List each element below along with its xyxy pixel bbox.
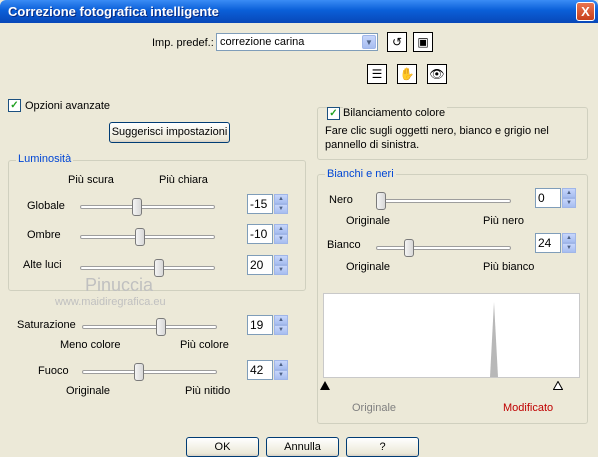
saturation-min-label: Meno colore — [60, 339, 121, 351]
close-button[interactable]: X — [576, 2, 595, 21]
global-label: Globale — [27, 200, 65, 212]
watermark-url: www.maidiregrafica.eu — [55, 296, 166, 308]
preset-select[interactable]: correzione carina ▼ — [216, 33, 378, 51]
down-arrow-icon[interactable]: ▼ — [274, 204, 288, 214]
saturation-slider-thumb[interactable] — [156, 318, 166, 336]
down-arrow-icon[interactable]: ▼ — [274, 234, 288, 244]
white-max-label: Più bianco — [483, 261, 535, 273]
focus-slider-thumb[interactable] — [134, 363, 144, 381]
shadows-spinner[interactable]: -10 ▲ ▼ — [247, 224, 289, 244]
lighter-label: Più chiara — [159, 174, 208, 186]
eye-icon[interactable]: 👁 — [427, 64, 447, 84]
highlights-slider-thumb[interactable] — [154, 259, 164, 277]
ok-button[interactable]: OK — [186, 437, 259, 457]
up-arrow-icon[interactable]: ▲ — [274, 224, 288, 234]
black-min-label: Originale — [346, 215, 391, 227]
histogram-panel — [323, 293, 580, 378]
saturation-spinner[interactable]: 19 ▲ ▼ — [247, 315, 289, 335]
black-white-title: Bianchi e neri — [325, 168, 396, 180]
cancel-button[interactable]: Annulla — [266, 437, 339, 457]
down-arrow-icon[interactable]: ▼ — [274, 325, 288, 335]
down-arrow-icon[interactable]: ▼ — [274, 265, 288, 275]
highlights-spinner[interactable]: 20 ▲ ▼ — [247, 255, 289, 275]
histogram-original-label: Originale — [352, 402, 397, 414]
highlights-label: Alte luci — [23, 259, 62, 271]
focus-label: Fuoco — [38, 365, 69, 377]
chevron-down-icon[interactable]: ▼ — [362, 35, 376, 49]
darker-label: Più scura — [68, 174, 114, 186]
black-spinner[interactable]: 0 ▲ ▼ — [535, 188, 577, 208]
black-label: Nero — [329, 194, 353, 206]
white-label: Bianco — [327, 239, 361, 251]
save-preset-icon[interactable]: ▣ — [413, 32, 433, 52]
global-slider-track[interactable] — [80, 205, 215, 209]
focus-spinner[interactable]: 42 ▲ ▼ — [247, 360, 289, 380]
shadows-label: Ombre — [27, 229, 61, 241]
up-arrow-icon[interactable]: ▲ — [274, 315, 288, 325]
help-button[interactable]: ? — [346, 437, 419, 457]
preset-label: Imp. predef.: — [152, 37, 214, 49]
advanced-checkbox[interactable]: ✓ — [8, 99, 21, 112]
saturation-value-field[interactable]: 19 — [247, 315, 273, 335]
up-arrow-icon[interactable]: ▲ — [274, 360, 288, 370]
histogram-chart — [490, 302, 498, 377]
brightness-title: Luminosità — [16, 153, 74, 165]
focus-min-label: Originale — [66, 385, 111, 397]
up-arrow-icon[interactable]: ▲ — [274, 194, 288, 204]
dialog-window: Correzione fotografica intelligente X Im… — [0, 0, 598, 457]
global-spinner[interactable]: -15 ▲ ▼ — [247, 194, 289, 214]
focus-max-label: Più nitido — [185, 385, 231, 397]
highlights-value-field[interactable]: 20 — [247, 255, 273, 275]
preset-value: correzione carina — [220, 36, 305, 48]
focus-slider-track[interactable] — [82, 370, 217, 374]
black-slider-thumb[interactable] — [376, 192, 386, 210]
black-point-marker-icon[interactable] — [320, 381, 330, 390]
preview-hand-icon[interactable]: ✋ — [397, 64, 417, 84]
shadows-value-field[interactable]: -10 — [247, 224, 273, 244]
black-max-label: Più nero — [483, 215, 524, 227]
up-arrow-icon[interactable]: ▲ — [562, 233, 576, 243]
advanced-label: Opzioni avanzate — [25, 100, 110, 112]
window-title: Correzione fotografica intelligente — [8, 4, 219, 19]
saturation-max-label: Più colore — [180, 339, 229, 351]
histogram-peak — [490, 302, 498, 377]
color-balance-label: Bilanciamento colore — [343, 107, 448, 119]
black-value-field[interactable]: 0 — [535, 188, 561, 208]
white-min-label: Originale — [346, 261, 391, 273]
shadows-slider-track[interactable] — [80, 235, 215, 239]
suggest-settings-button[interactable]: Suggerisci impostazioni — [109, 122, 230, 143]
title-bar: Correzione fotografica intelligente X — [0, 0, 598, 23]
color-balance-text: Fare clic sugli oggetti nero, bianco e g… — [325, 125, 549, 151]
histogram-modified-label: Modificato — [503, 402, 554, 414]
black-slider-track[interactable] — [376, 199, 511, 203]
reset-preset-icon[interactable]: ↺ — [387, 32, 407, 52]
down-arrow-icon[interactable]: ▼ — [274, 370, 288, 380]
global-slider-thumb[interactable] — [132, 198, 142, 216]
up-arrow-icon[interactable]: ▲ — [274, 255, 288, 265]
up-arrow-icon[interactable]: ▲ — [562, 188, 576, 198]
highlights-slider-track[interactable] — [80, 266, 215, 270]
focus-value-field[interactable]: 42 — [247, 360, 273, 380]
down-arrow-icon[interactable]: ▼ — [562, 198, 576, 208]
saturation-label: Saturazione — [17, 319, 76, 331]
watermark-name: Pinuccia — [85, 275, 154, 295]
white-value-field[interactable]: 24 — [535, 233, 561, 253]
down-arrow-icon[interactable]: ▼ — [562, 243, 576, 253]
white-slider-thumb[interactable] — [404, 239, 414, 257]
white-spinner[interactable]: 24 ▲ ▼ — [535, 233, 577, 253]
global-value-field[interactable]: -15 — [247, 194, 273, 214]
options-list-icon[interactable]: ☰ — [367, 64, 387, 84]
color-balance-checkbox[interactable]: ✓ — [327, 107, 340, 120]
white-point-marker-icon[interactable] — [553, 381, 563, 390]
white-slider-track[interactable] — [376, 246, 511, 250]
saturation-slider-track[interactable] — [82, 325, 217, 329]
shadows-slider-thumb[interactable] — [135, 228, 145, 246]
